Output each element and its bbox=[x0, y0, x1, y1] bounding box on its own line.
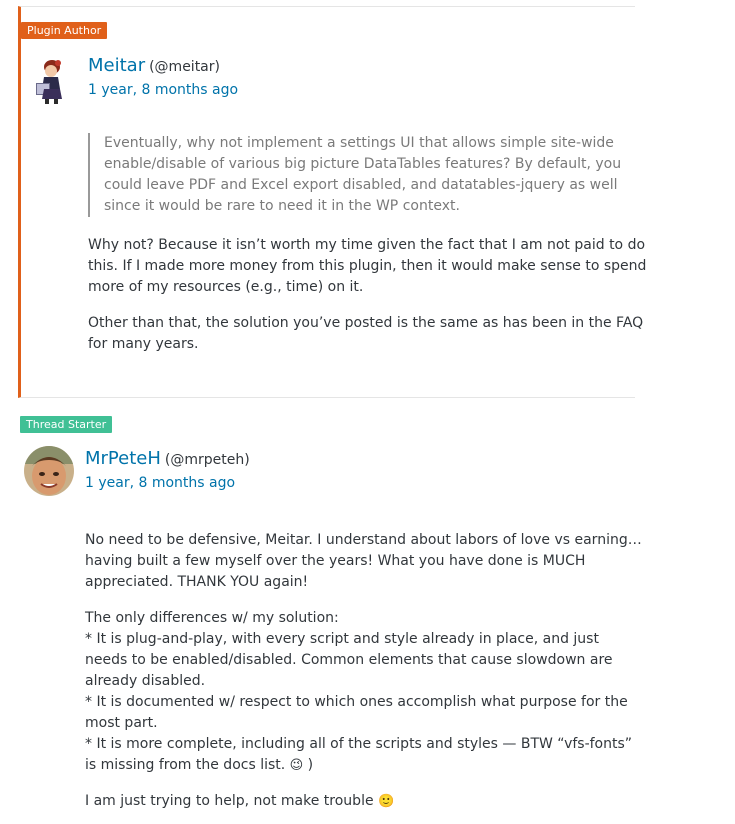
reply-meitar: Plugin Author Meitar (@meitar) 1 year, 8 … bbox=[18, 6, 646, 398]
wink-emoji-icon: 😉 bbox=[289, 758, 304, 773]
list-item: * It is plug-and-play, with every script… bbox=[85, 631, 613, 689]
paragraph: I am just trying to help, not make troub… bbox=[85, 791, 645, 812]
list-intro: The only differences w/ my solution: bbox=[85, 610, 339, 626]
author-line: MrPeteH (@mrpeteh) bbox=[85, 448, 250, 469]
list-item: * It is documented w/ respect to which o… bbox=[85, 694, 628, 731]
reply-content: No need to be defensive, Meitar. I under… bbox=[85, 530, 645, 824]
reply-mrpeteh: Thread Starter MrPeteH (@mrpeteh) 1 year,… bbox=[18, 400, 642, 824]
paragraph-list: The only differences w/ my solution: * I… bbox=[85, 608, 645, 776]
author-name-link[interactable]: MrPeteH bbox=[85, 448, 161, 469]
avatar[interactable] bbox=[26, 55, 76, 105]
smile-emoji-icon: 🙂 bbox=[378, 794, 395, 809]
avatar[interactable] bbox=[24, 446, 74, 496]
reply-date-link[interactable]: 1 year, 8 months ago bbox=[85, 475, 235, 491]
plugin-author-badge: Plugin Author bbox=[21, 22, 108, 39]
reply-content: Eventually, why not implement a settings… bbox=[88, 133, 648, 370]
closing-text: I am just trying to help, not make troub… bbox=[85, 793, 374, 809]
author-handle: (@mrpeteh) bbox=[164, 452, 250, 468]
author-name-link[interactable]: Meitar bbox=[88, 55, 145, 76]
thread-starter-badge: Thread Starter bbox=[20, 416, 113, 433]
list-item: * It is more complete, including all of … bbox=[85, 736, 633, 773]
quoted-text: Eventually, why not implement a settings… bbox=[88, 133, 648, 217]
paragraph: Why not? Because it isn’t worth my time … bbox=[88, 237, 647, 295]
author-line: Meitar (@meitar) bbox=[88, 55, 220, 76]
reply-date-link[interactable]: 1 year, 8 months ago bbox=[88, 82, 238, 98]
list-tail: ) bbox=[303, 757, 314, 773]
forum-thread: Plugin Author Meitar (@meitar) 1 year, 8 … bbox=[0, 0, 735, 824]
paragraph: Other than that, the solution you’ve pos… bbox=[88, 315, 644, 352]
paragraph: No need to be defensive, Meitar. I under… bbox=[85, 532, 642, 590]
author-handle: (@meitar) bbox=[149, 59, 220, 75]
